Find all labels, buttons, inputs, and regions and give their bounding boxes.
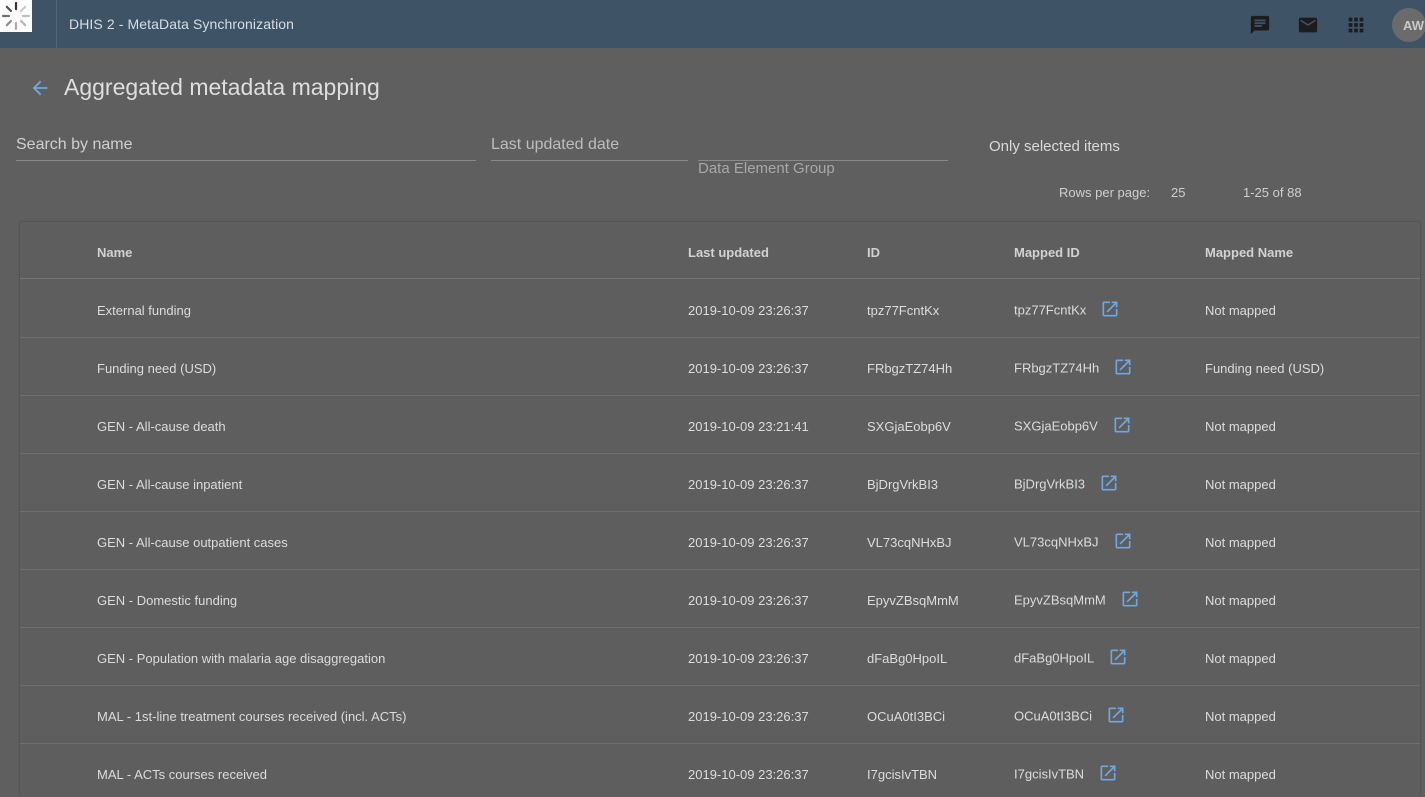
apps-grid-icon[interactable]	[1345, 14, 1367, 36]
row-mapped-name: Not mapped	[1205, 303, 1276, 318]
row-last-updated: 2019-10-09 23:26:37	[688, 535, 809, 550]
table-row[interactable]: External funding 2019-10-09 23:26:37 tpz…	[20, 280, 1420, 338]
column-header-id[interactable]: ID	[867, 245, 880, 260]
row-mapped-id: VL73cqNHxBJ	[1014, 533, 1133, 553]
row-name: GEN - Population with malaria age disagg…	[97, 651, 386, 666]
row-mapped-id: I7gcisIvTBN	[1014, 765, 1118, 785]
rows-per-page-select[interactable]: 25	[1171, 185, 1185, 200]
row-mapped-id-text: SXGjaEobp6V	[1014, 418, 1098, 434]
row-name: MAL - ACTs courses received	[97, 767, 268, 782]
row-id: SXGjaEobp6V	[867, 419, 951, 434]
row-mapped-id-text: VL73cqNHxBJ	[1014, 534, 1099, 550]
row-mapped-id: EpyvZBsqMmM	[1014, 591, 1140, 611]
row-mapped-id-text: tpz77FcntKx	[1014, 302, 1087, 318]
page-title: Aggregated metadata mapping	[64, 74, 380, 100]
row-mapped-name: Not mapped	[1205, 709, 1276, 724]
table-row[interactable]: GEN - All-cause death 2019-10-09 23:21:4…	[20, 396, 1420, 454]
row-mapped-id: FRbgzTZ74Hh	[1014, 359, 1133, 379]
header-divider	[56, 0, 57, 48]
row-mapped-id: tpz77FcntKx	[1014, 301, 1120, 321]
row-mapped-name: Not mapped	[1205, 593, 1276, 608]
row-last-updated: 2019-10-09 23:26:37	[688, 593, 809, 608]
row-last-updated: 2019-10-09 23:21:41	[688, 419, 809, 434]
row-id: I7gcisIvTBN	[867, 767, 938, 782]
row-mapped-name: Not mapped	[1205, 651, 1276, 666]
column-header-name[interactable]: Name	[97, 245, 132, 260]
metadata-table: Name Last updated ID Mapped ID Mapped Na…	[20, 222, 1420, 797]
row-mapped-name: Funding need (USD)	[1205, 361, 1325, 376]
chat-icon[interactable]	[1249, 14, 1271, 36]
row-mapped-id-text: I7gcisIvTBN	[1014, 766, 1085, 782]
open-in-new-icon[interactable]	[1113, 357, 1133, 377]
row-name: External funding	[97, 303, 191, 318]
app-title: DHIS 2 - MetaData Synchronization	[69, 16, 295, 32]
row-last-updated: 2019-10-09 23:26:37	[688, 767, 809, 782]
row-mapped-id: BjDrgVrkBI3	[1014, 475, 1119, 495]
search-input[interactable]: Search by name	[16, 128, 476, 161]
row-last-updated: 2019-10-09 23:26:37	[688, 361, 809, 376]
last-updated-date-label: Last updated date	[491, 136, 620, 153]
row-name: MAL - 1st-line treatment courses receive…	[97, 709, 407, 724]
open-in-new-icon[interactable]	[1106, 705, 1126, 725]
row-name: GEN - All-cause death	[97, 419, 226, 434]
row-mapped-id-text: EpyvZBsqMmM	[1014, 592, 1106, 608]
open-in-new-icon[interactable]	[1100, 299, 1120, 319]
row-name: GEN - All-cause outpatient cases	[97, 535, 288, 550]
table-row[interactable]: MAL - 1st-line treatment courses receive…	[20, 686, 1420, 744]
user-avatar[interactable]: AW	[1392, 8, 1425, 42]
row-name: Funding need (USD)	[97, 361, 217, 376]
column-header-mapped-name[interactable]: Mapped Name	[1205, 245, 1293, 260]
row-id: EpyvZBsqMmM	[867, 593, 959, 608]
app-header: DHIS 2 - MetaData Synchronization AW	[0, 0, 1425, 48]
row-mapped-id-text: dFaBg0HpoIL	[1014, 650, 1095, 666]
row-last-updated: 2019-10-09 23:26:37	[688, 651, 809, 666]
row-mapped-id: OCuA0tI3BCi	[1014, 707, 1126, 727]
row-id: OCuA0tI3BCi	[867, 709, 946, 724]
column-header-last-updated[interactable]: Last updated	[688, 245, 769, 260]
row-mapped-id-text: FRbgzTZ74Hh	[1014, 360, 1100, 376]
open-in-new-icon[interactable]	[1098, 763, 1118, 783]
last-updated-date-field[interactable]: Last updated date	[491, 128, 688, 161]
open-in-new-icon[interactable]	[1099, 473, 1119, 493]
open-in-new-icon[interactable]	[1108, 647, 1128, 667]
row-last-updated: 2019-10-09 23:26:37	[688, 477, 809, 492]
table-row[interactable]: Funding need (USD) 2019-10-09 23:26:37 F…	[20, 338, 1420, 396]
back-arrow-icon[interactable]	[29, 77, 51, 99]
row-id: tpz77FcntKx	[867, 303, 940, 318]
table-row[interactable]: GEN - Domestic funding 2019-10-09 23:26:…	[20, 570, 1420, 628]
data-element-group-label: Data Element Group	[698, 160, 835, 177]
open-in-new-icon[interactable]	[1113, 531, 1133, 551]
rows-per-page-label: Rows per page:	[1059, 185, 1151, 200]
table-row[interactable]: GEN - All-cause inpatient 2019-10-09 23:…	[20, 454, 1420, 512]
row-mapped-id-text: BjDrgVrkBI3	[1014, 476, 1086, 492]
row-id: FRbgzTZ74Hh	[867, 361, 953, 376]
row-mapped-name: Not mapped	[1205, 535, 1276, 550]
table-header: Name Last updated ID Mapped ID Mapped Na…	[20, 222, 1420, 279]
row-id: VL73cqNHxBJ	[867, 535, 952, 550]
table-row[interactable]: GEN - All-cause outpatient cases 2019-10…	[20, 512, 1420, 570]
row-last-updated: 2019-10-09 23:26:37	[688, 303, 809, 318]
table-row[interactable]: MAL - ACTs courses received 2019-10-09 2…	[20, 744, 1420, 797]
row-name: GEN - All-cause inpatient	[97, 477, 243, 492]
row-mapped-id-text: OCuA0tI3BCi	[1014, 708, 1093, 724]
row-mapped-name: Not mapped	[1205, 419, 1276, 434]
loading-spinner-icon	[0, 0, 32, 32]
open-in-new-icon[interactable]	[1120, 589, 1140, 609]
pagination-range: 1-25 of 88	[1243, 185, 1302, 200]
only-selected-items-toggle[interactable]: Only selected items	[989, 138, 1120, 155]
row-id: dFaBg0HpoIL	[867, 651, 948, 666]
open-in-new-icon[interactable]	[1112, 415, 1132, 435]
row-mapped-name: Not mapped	[1205, 477, 1276, 492]
data-element-group-select[interactable]	[698, 128, 948, 161]
search-input-label: Search by name	[16, 136, 133, 153]
column-header-mapped-id[interactable]: Mapped ID	[1014, 245, 1080, 260]
row-mapped-name: Not mapped	[1205, 767, 1276, 782]
row-last-updated: 2019-10-09 23:26:37	[688, 709, 809, 724]
table-row[interactable]: GEN - Population with malaria age disagg…	[20, 628, 1420, 686]
mail-icon[interactable]	[1297, 14, 1319, 36]
row-id: BjDrgVrkBI3	[867, 477, 939, 492]
row-mapped-id: SXGjaEobp6V	[1014, 417, 1132, 437]
row-mapped-id: dFaBg0HpoIL	[1014, 649, 1128, 669]
row-name: GEN - Domestic funding	[97, 593, 238, 608]
